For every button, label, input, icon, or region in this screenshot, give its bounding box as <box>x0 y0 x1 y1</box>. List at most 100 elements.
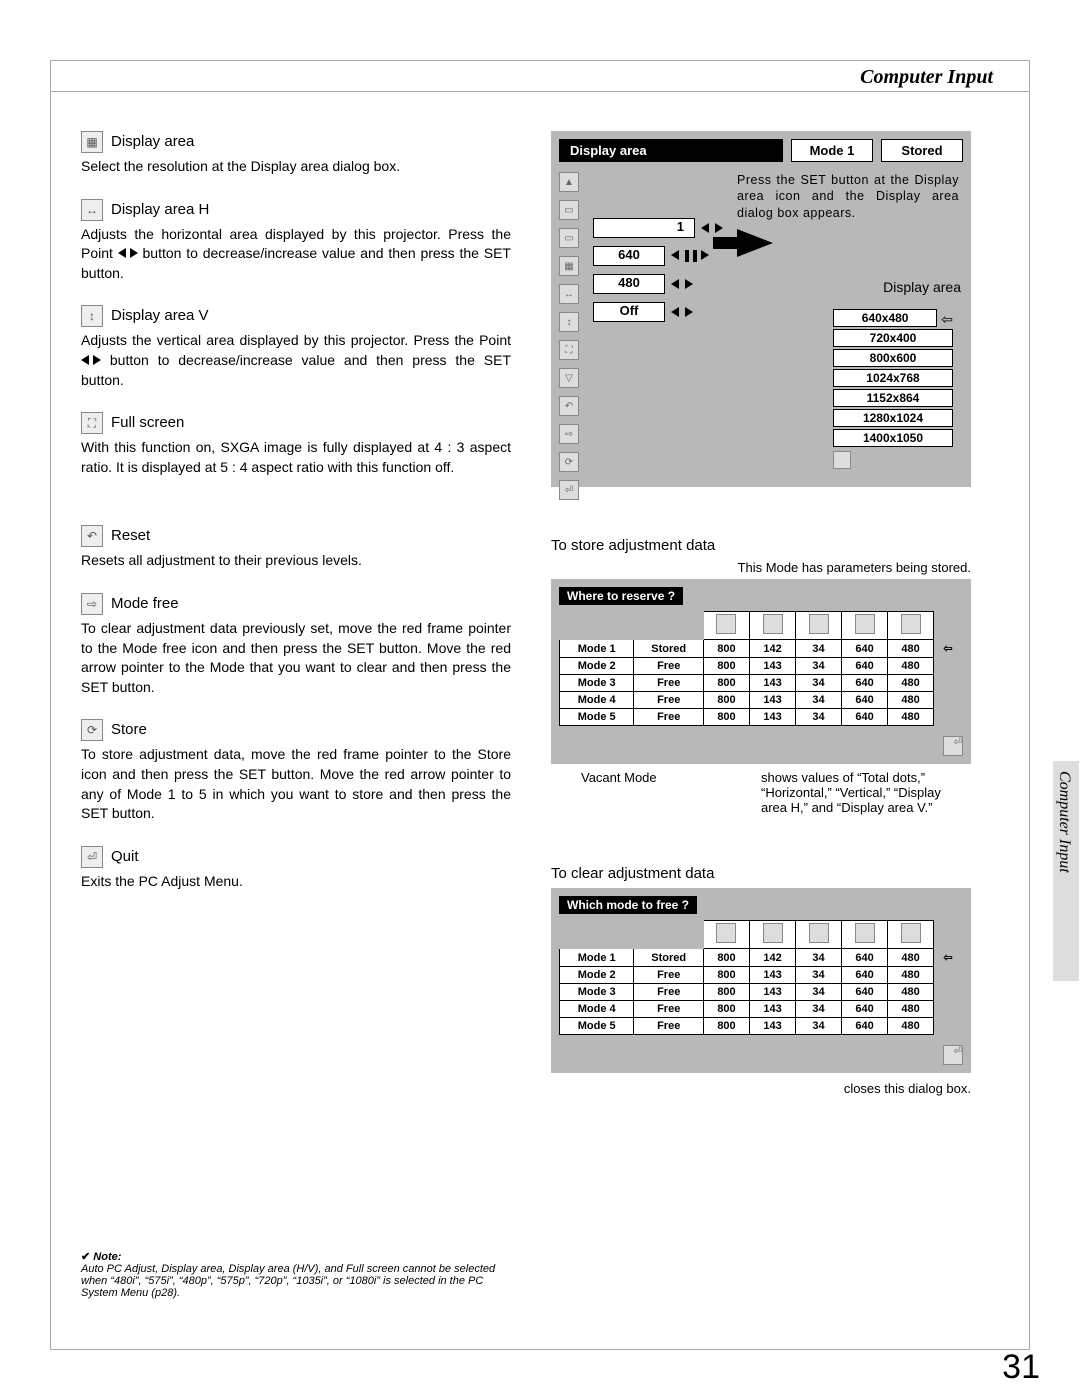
table-row[interactable]: Mode 2Free80014334640480 <box>560 967 963 984</box>
osd-quit-icon[interactable]: ⏎ <box>559 480 579 500</box>
table-cell: 640 <box>842 1001 888 1018</box>
table-cell: 480 <box>888 949 934 967</box>
resolution-option[interactable]: 1024x768 <box>833 369 953 387</box>
reset-body: Resets all adjustment to their previous … <box>81 551 511 571</box>
table-row[interactable]: Mode 3Free80014334640480 <box>560 675 963 692</box>
table-cell: 640 <box>842 949 888 967</box>
slider-handle-icon[interactable] <box>685 250 689 262</box>
inc-icon[interactable] <box>685 279 693 289</box>
table-exit-icon[interactable]: ⏎ <box>943 1045 963 1065</box>
osd-up-icon[interactable]: ▲ <box>559 172 579 192</box>
table-cell: 800 <box>703 949 749 967</box>
store-table: Where to reserve ? <box>551 579 971 764</box>
table-cell: 143 <box>750 1001 796 1018</box>
row-selector <box>934 967 963 984</box>
dec-icon[interactable] <box>671 279 679 289</box>
row-selector <box>934 675 963 692</box>
osd-icon-5[interactable]: ↕ <box>559 312 579 332</box>
col-dispareah-icon <box>855 923 875 943</box>
inc-icon[interactable] <box>715 223 723 233</box>
note-label: Note: <box>93 1251 121 1263</box>
inc-icon[interactable] <box>701 250 709 260</box>
display-area-v-post: button to decrease/increase value and th… <box>81 352 511 388</box>
table-row[interactable]: Mode 2Free80014334640480 <box>560 658 963 675</box>
resolution-option[interactable]: 1280x1024 <box>833 409 953 427</box>
row-selector: ⇦ <box>934 949 963 967</box>
table-cell: 143 <box>750 967 796 984</box>
row-selector <box>934 658 963 675</box>
dec-icon[interactable] <box>671 250 679 260</box>
display-area-v-pre: Adjusts the vertical area displayed by t… <box>81 332 511 348</box>
quit-title: Quit <box>111 847 139 867</box>
slider-handle-icon[interactable] <box>693 250 697 262</box>
point-right-icon <box>130 248 138 258</box>
row-selector <box>934 1001 963 1018</box>
popup-exit-icon[interactable] <box>833 451 851 469</box>
side-tab-label: Computer Input <box>1055 771 1073 797</box>
table-cell: 34 <box>796 984 842 1001</box>
dec-icon[interactable] <box>671 307 679 317</box>
osd-icon-3[interactable]: ▦ <box>559 256 579 276</box>
table-cell: Mode 3 <box>560 675 634 692</box>
section-header: Computer Input <box>854 66 999 89</box>
store-annot-right: shows values of “Total dots,” “Horizonta… <box>761 770 961 815</box>
table-cell: 640 <box>842 709 888 726</box>
osd-value-off: Off <box>593 302 665 322</box>
table-row[interactable]: Mode 4Free80014334640480 <box>560 1001 963 1018</box>
table-cell: 480 <box>888 692 934 709</box>
resolution-option[interactable]: 1152x864 <box>833 389 953 407</box>
row-selector <box>934 709 963 726</box>
table-cell: 480 <box>888 658 934 675</box>
table-row[interactable]: Mode 4Free80014334640480 <box>560 692 963 709</box>
row-selector <box>934 984 963 1001</box>
osd-value-640: 640 <box>593 246 665 266</box>
table-cell: 640 <box>842 967 888 984</box>
point-right-icon <box>93 355 101 365</box>
table-cell: Mode 5 <box>560 709 634 726</box>
clear-section-title: To clear adjustment data <box>551 865 971 882</box>
display-area-body: Select the resolution at the Display are… <box>81 157 511 177</box>
table-cell: 143 <box>750 692 796 709</box>
table-row[interactable]: Mode 5Free80014334640480 <box>560 709 963 726</box>
table-cell: 640 <box>842 1018 888 1035</box>
table-row[interactable]: Mode 1Stored80014234640480⇦ <box>560 640 963 658</box>
resolution-option[interactable]: 800x600 <box>833 349 953 367</box>
table-cell: 800 <box>703 692 749 709</box>
osd-icon-4[interactable]: ↔ <box>559 284 579 304</box>
table-cell: 480 <box>888 1001 934 1018</box>
point-left-icon <box>118 248 126 258</box>
osd-modefree-icon[interactable]: ⇨ <box>559 424 579 444</box>
osd-store-icon[interactable]: ⟳ <box>559 452 579 472</box>
osd-icon-6[interactable]: ⛶ <box>559 340 579 360</box>
table-cell: 480 <box>888 640 934 658</box>
inc-icon[interactable] <box>685 307 693 317</box>
left-column: ▦ Display area Select the resolution at … <box>81 131 511 1100</box>
resolution-option[interactable]: 1400x1050 <box>833 429 953 447</box>
table-row[interactable]: Mode 5Free80014334640480 <box>560 1018 963 1035</box>
mode-free-title: Mode free <box>111 594 179 614</box>
table-row[interactable]: Mode 1Stored80014234640480⇦ <box>560 949 963 967</box>
note-body: Auto PC Adjust, Display area, Display ar… <box>81 1263 495 1299</box>
resolution-option[interactable]: 640x480 <box>833 309 937 327</box>
dec-icon[interactable] <box>701 223 709 233</box>
osd-icon-2[interactable]: ▭ <box>559 228 579 248</box>
table-exit-icon[interactable]: ⏎ <box>943 736 963 756</box>
col-dispareav-icon <box>901 923 921 943</box>
col-totaldots-icon <box>716 614 736 634</box>
table-cell: 480 <box>888 675 934 692</box>
osd-icon-1[interactable]: ▭ <box>559 200 579 220</box>
table-cell: 34 <box>796 658 842 675</box>
display-area-h-body: Adjusts the horizontal area displayed by… <box>81 225 511 284</box>
table-row[interactable]: Mode 3Free80014334640480 <box>560 984 963 1001</box>
osd-reset-icon[interactable]: ↶ <box>559 396 579 416</box>
table-cell: Free <box>634 1018 704 1035</box>
side-tab: Computer Input <box>1053 761 1079 981</box>
table-cell: 142 <box>750 640 796 658</box>
point-left-icon <box>81 355 89 365</box>
osd-status-label: Stored <box>881 139 963 162</box>
osd-down-icon[interactable]: ▽ <box>559 368 579 388</box>
clear-table: Which mode to free ? <box>551 888 971 1073</box>
table-cell: 480 <box>888 1018 934 1035</box>
resolution-option[interactable]: 720x400 <box>833 329 953 347</box>
table-cell: Stored <box>634 640 704 658</box>
